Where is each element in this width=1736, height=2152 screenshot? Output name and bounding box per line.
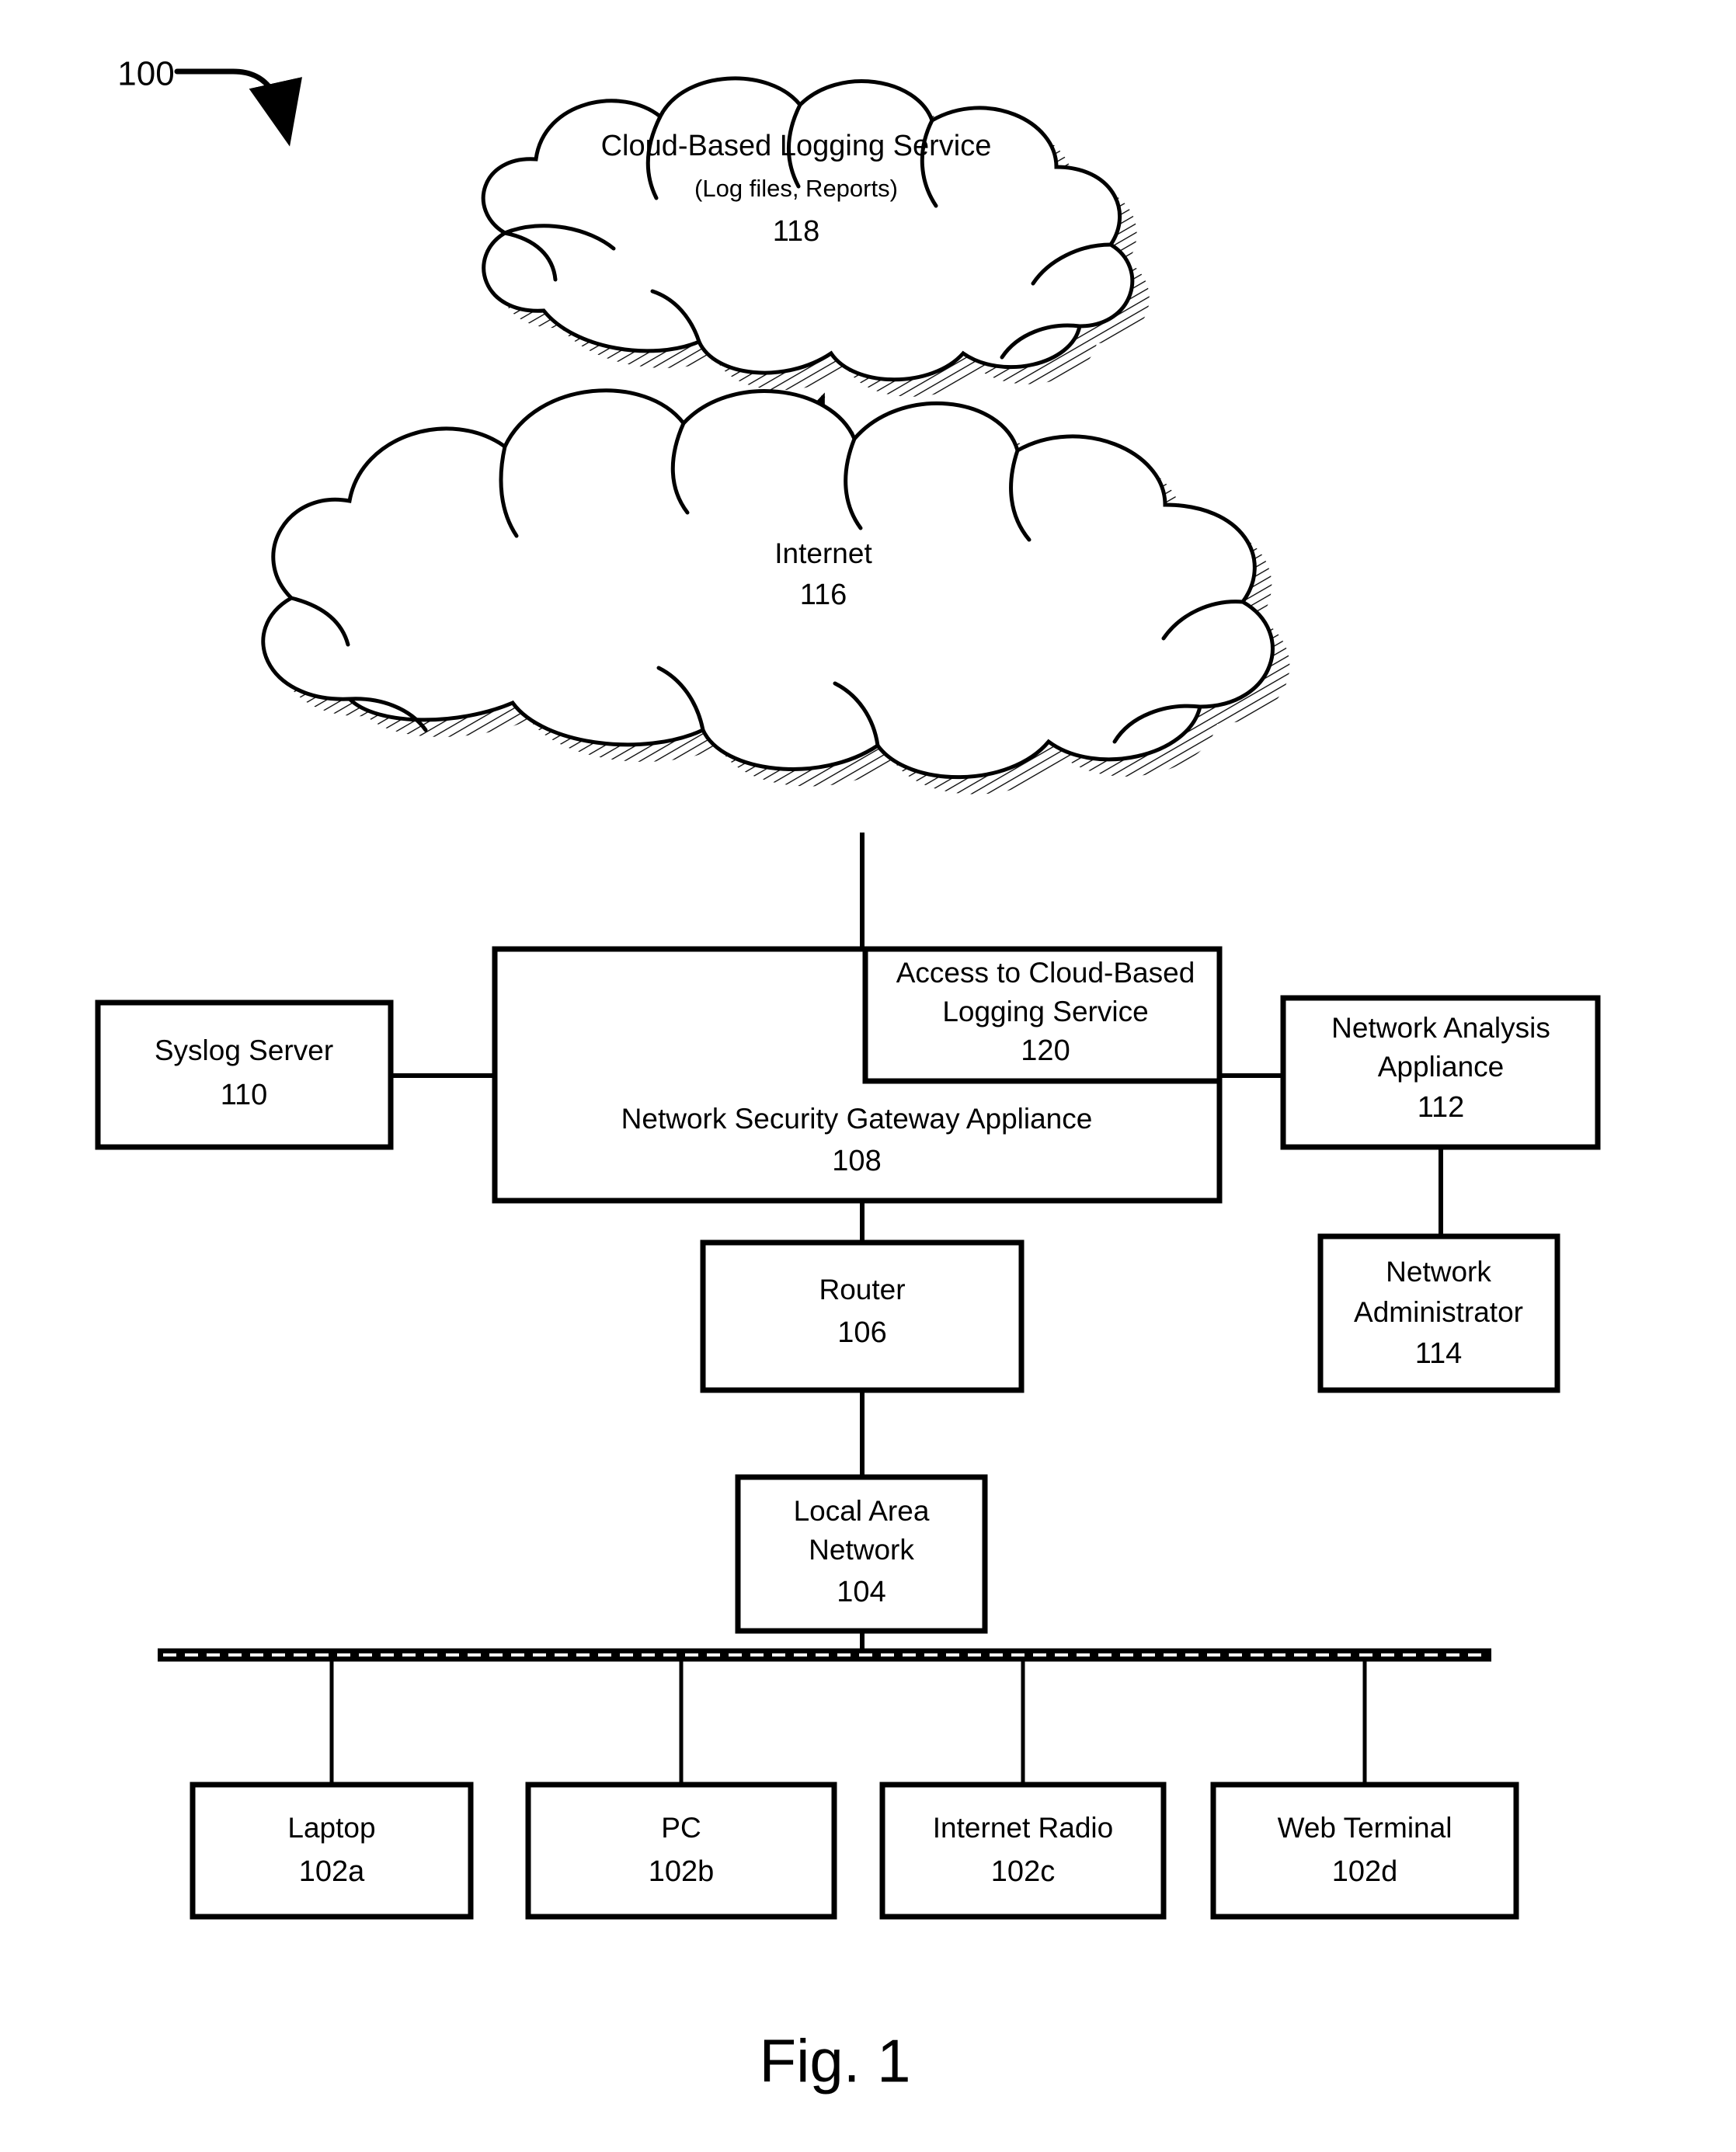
gateway-ref: 108 xyxy=(832,1145,881,1177)
box-endpoint-laptop: Laptop 102a xyxy=(190,1782,474,1920)
web-terminal-ref: 102d xyxy=(1332,1855,1398,1888)
lan-ref: 104 xyxy=(837,1576,885,1608)
web-terminal-label: Web Terminal xyxy=(1278,1812,1452,1844)
box-local-area-network: Local Area Network 104 xyxy=(735,1474,988,1634)
syslog-ref: 110 xyxy=(221,1079,268,1111)
box-network-analysis-appliance: Network Analysis Appliance 112 xyxy=(1280,995,1601,1150)
pc-label: PC xyxy=(661,1812,701,1844)
syslog-box-outline xyxy=(95,1000,394,1150)
pc-box-outline xyxy=(525,1782,837,1920)
box-cloud-access: Access to Cloud-Based Logging Service 12… xyxy=(862,946,1223,1084)
network-architecture-diagram: Cloud-Based Logging Service (Log files, … xyxy=(95,55,1601,2095)
box-endpoint-pc: PC 102b xyxy=(525,1782,837,1920)
cloud-internet: Internet 116 xyxy=(263,391,1290,794)
web-terminal-box-outline xyxy=(1210,1782,1519,1920)
box-syslog-server: Syslog Server 110 xyxy=(95,1000,394,1150)
internet-radio-box-outline xyxy=(879,1782,1167,1920)
box-network-administrator: Network Administrator 114 xyxy=(1317,1233,1560,1393)
cloud-access-label-line1: Access to Cloud-Based xyxy=(896,957,1195,989)
network-analysis-ref: 112 xyxy=(1418,1091,1465,1124)
callout-leader-line xyxy=(174,68,302,147)
box-endpoint-web-terminal: Web Terminal 102d xyxy=(1210,1782,1519,1920)
network-analysis-label-line1: Network Analysis xyxy=(1331,1012,1550,1044)
box-endpoint-internet-radio: Internet Radio 102c xyxy=(879,1782,1167,1920)
cloud-access-ref: 120 xyxy=(1021,1034,1070,1067)
internet-radio-label: Internet Radio xyxy=(933,1812,1113,1844)
figure-caption: Fig. 1 xyxy=(759,2027,910,2095)
cloud-access-label-line2: Logging Service xyxy=(942,996,1148,1027)
network-analysis-label-line2: Appliance xyxy=(1378,1051,1505,1083)
cloud-internet-ref: 116 xyxy=(800,579,847,611)
network-admin-label-line2: Administrator xyxy=(1354,1296,1523,1328)
cloud-logging-service: Cloud-Based Logging Service (Log files, … xyxy=(483,78,1150,397)
box-router: Router 106 xyxy=(700,1239,1025,1393)
system-callout-number: 100 xyxy=(117,55,174,93)
lan-label-line2: Network xyxy=(809,1534,914,1566)
cloud-logging-title: Cloud-Based Logging Service xyxy=(601,130,992,162)
cloud-logging-ref: 118 xyxy=(773,215,820,248)
laptop-ref: 102a xyxy=(299,1855,365,1888)
lan-label-line1: Local Area xyxy=(794,1495,930,1527)
laptop-label: Laptop xyxy=(287,1812,375,1844)
cloud-internet-title: Internet xyxy=(774,537,872,569)
patent-figure: Cloud-Based Logging Service (Log files, … xyxy=(0,0,1736,2152)
cloud-logging-subtitle: (Log files, Reports) xyxy=(694,175,898,202)
pc-ref: 102b xyxy=(649,1855,715,1888)
system-callout xyxy=(174,68,302,147)
laptop-box-outline xyxy=(190,1782,474,1920)
internet-radio-ref: 102c xyxy=(991,1855,1055,1888)
network-admin-ref: 114 xyxy=(1415,1337,1463,1370)
network-admin-label-line1: Network xyxy=(1386,1256,1491,1288)
syslog-label: Syslog Server xyxy=(155,1034,333,1066)
router-ref: 106 xyxy=(837,1316,886,1349)
gateway-label: Network Security Gateway Appliance xyxy=(621,1103,1093,1135)
router-label: Router xyxy=(819,1274,905,1305)
